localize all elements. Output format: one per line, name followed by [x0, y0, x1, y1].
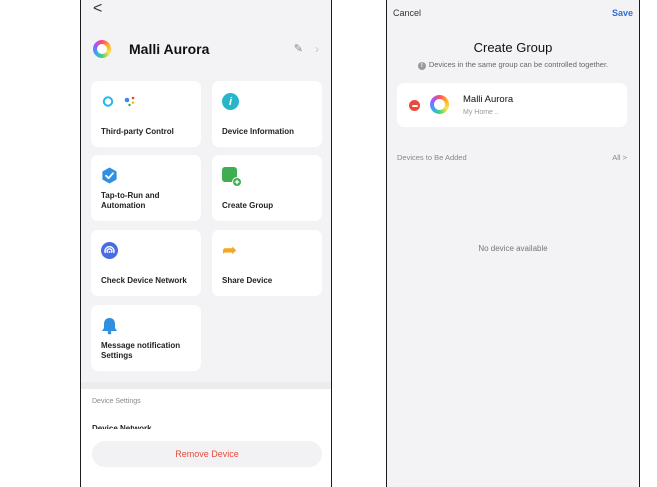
info-icon: !	[417, 62, 426, 70]
cancel-button[interactable]: Cancel	[393, 8, 421, 18]
card-device-information[interactable]: i Device Information	[212, 81, 322, 147]
device-name: Malli Aurora	[129, 41, 210, 57]
card-label: Third-party Control	[101, 127, 174, 136]
device-header[interactable]: Malli Aurora ✎ ›	[93, 40, 321, 58]
page-title: Create Group	[473, 40, 553, 55]
group-member-item: Malli Aurora My Home ..	[397, 83, 627, 127]
alexa-google-icon	[101, 93, 141, 115]
bell-icon	[101, 317, 118, 340]
card-create-group[interactable]: Create Group	[212, 155, 322, 221]
automation-check-icon	[101, 167, 118, 189]
network-icon	[101, 242, 118, 264]
chevron-right-icon[interactable]: ›	[315, 40, 319, 58]
card-message-notification[interactable]: Message notification Settings	[91, 305, 201, 371]
section-label: Device Settings	[92, 398, 141, 405]
member-home: My Home ..	[463, 109, 499, 116]
card-label: Share Device	[222, 276, 273, 285]
subtitle-text: Devices in the same group can be control…	[428, 60, 609, 69]
remove-device-button[interactable]: Remove Device	[92, 441, 322, 467]
back-button[interactable]: <	[93, 0, 102, 18]
card-check-device-network[interactable]: Check Device Network	[91, 230, 201, 296]
device-ring-icon	[93, 40, 111, 58]
remove-member-icon[interactable]	[409, 100, 420, 111]
devices-to-add-label: Devices to Be Added	[397, 153, 467, 162]
card-label: Tap-to-Run and Automation	[101, 191, 160, 210]
create-group-icon	[222, 167, 242, 192]
page-subtitle: ! Devices in the same group can be contro…	[387, 60, 639, 70]
device-ring-icon	[430, 95, 449, 114]
create-group-screen: Cancel Save Create Group ! Devices in the…	[386, 0, 640, 487]
info-icon: i	[222, 93, 239, 110]
card-label: Create Group	[222, 201, 274, 210]
share-arrow-icon: ➦	[222, 240, 238, 260]
edit-icon[interactable]: ✎	[294, 40, 303, 58]
device-settings-screen: < Malli Aurora ✎ › Third-party Control i…	[80, 0, 332, 487]
member-name: Malli Aurora	[463, 94, 514, 105]
card-label: Message notification Settings	[101, 341, 181, 360]
card-share-device[interactable]: ➦ Share Device	[212, 230, 322, 296]
card-third-party-control[interactable]: Third-party Control	[91, 81, 201, 147]
all-filter-button[interactable]: All >	[612, 153, 627, 162]
card-tap-to-run[interactable]: Tap-to-Run and Automation	[91, 155, 201, 221]
card-label: Device Information	[222, 127, 295, 136]
save-button[interactable]: Save	[612, 8, 633, 18]
section-divider	[81, 382, 331, 389]
empty-state-text: No device available	[478, 244, 548, 253]
card-label: Check Device Network	[101, 276, 187, 285]
